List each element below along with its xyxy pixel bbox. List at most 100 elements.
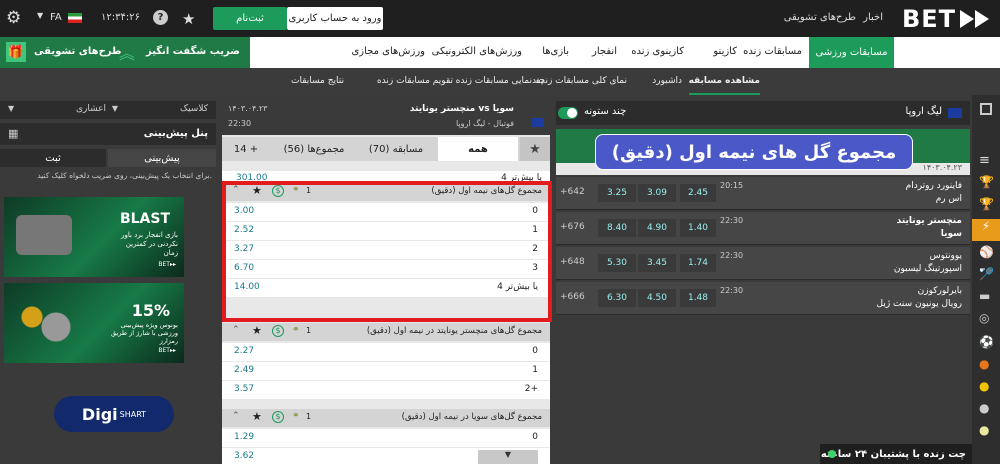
match-row[interactable]: فاینورد روتردام اس رم 20:15 2.45 3.09 3.…: [556, 177, 970, 210]
subtab-live-multi[interactable]: چندنمایی مسابقات زنده: [456, 68, 545, 95]
odd-1[interactable]: 1.40: [680, 219, 716, 237]
odds-value: 1.29: [234, 432, 255, 442]
nav-virtual[interactable]: ورزش‌های مجازی: [351, 46, 425, 57]
ball-icon-2[interactable]: ●: [979, 423, 989, 437]
chat-bar[interactable]: چت زنده با پشتیبان ۲۴ ساعته: [820, 444, 972, 464]
odd-x[interactable]: 4.90: [638, 219, 676, 237]
match-row[interactable]: یوونتوس اسپورتینگ لیسبون 22:30 1.74 3.45…: [556, 247, 970, 280]
odds-row[interactable]: 2+ 3.57: [222, 381, 550, 399]
odd-1[interactable]: 1.74: [680, 254, 716, 272]
league-name[interactable]: لیگ اروپا: [906, 106, 942, 117]
register-button[interactable]: ثبت‌نام: [213, 7, 287, 30]
football-icon[interactable]: ⚽: [979, 335, 994, 349]
tab-all[interactable]: همه: [438, 137, 518, 161]
rail-collapse-icon[interactable]: [980, 103, 992, 115]
odds-row[interactable]: 0 2.27: [222, 343, 550, 361]
nav-news[interactable]: اخبار: [863, 12, 883, 23]
nav-games[interactable]: بازی‌ها: [542, 46, 569, 57]
match-row[interactable]: منچستر یونایتد سویا 22:30 1.40 4.90 8.40…: [556, 212, 970, 245]
chevron-up-icon[interactable]: ⌃: [232, 411, 240, 421]
multi-column-toggle[interactable]: [558, 107, 578, 119]
racket-icon[interactable]: 🏸: [979, 267, 994, 281]
main-nav-active[interactable]: مسابقات ورزشی: [809, 37, 894, 68]
market-tabs: ★ همه مسابقه (70) مجموع‌ها (56) 14 +: [222, 137, 550, 161]
promo-label-2: طرح‌های تشویقی: [34, 46, 122, 57]
ball-icon[interactable]: ●: [979, 401, 989, 415]
more-markets[interactable]: +666: [560, 292, 585, 302]
calculator-icon[interactable]: ▦: [8, 127, 18, 140]
banner-crypto[interactable]: 15% بونوس ویژه پیش‌بینی ورزشی با شارژ از…: [4, 283, 184, 363]
clock-time: ۱۲:۳۴:۲۶: [101, 12, 140, 23]
hint-text: برای انتخاب یک پیش‌بینی، روی ضریب دلخواه…: [37, 171, 212, 180]
odd-x[interactable]: 4.50: [638, 289, 676, 307]
tab-favorite-star-icon[interactable]: ★: [520, 137, 550, 161]
scroll-down-button[interactable]: ▼: [478, 450, 538, 464]
star-icon[interactable]: ★: [182, 10, 195, 28]
odd-1[interactable]: 2.45: [680, 184, 716, 202]
dumbbell-icon[interactable]: ▬: [979, 289, 990, 303]
online-dot-icon: [828, 450, 836, 458]
odd-1[interactable]: 1.48: [680, 289, 716, 307]
team1: یوونتوس: [929, 251, 962, 261]
odd-x[interactable]: 3.09: [638, 184, 676, 202]
subtab-match-view[interactable]: مشاهده مسابقه: [688, 68, 760, 95]
odd-2[interactable]: 5.30: [598, 254, 636, 272]
tennis-icon[interactable]: ◎: [979, 311, 989, 325]
baseball-icon[interactable]: ⚾: [979, 245, 994, 259]
market-header[interactable]: مجموع گل‌های منچستر یونایتد در نیمه اول …: [222, 323, 550, 341]
site-logo[interactable]: BET: [902, 5, 992, 33]
basketball-icon[interactable]: ●: [979, 357, 989, 371]
more-markets[interactable]: +676: [560, 222, 585, 232]
market-header[interactable]: مجموع گل‌های سویا در نیمه اول (دقیق) 1 ⚭…: [222, 409, 550, 427]
match-time: 20:15: [720, 181, 744, 190]
gear-icon[interactable]: ⚙: [6, 8, 21, 28]
trophy-icon-2[interactable]: 🏆: [979, 197, 994, 211]
tab-totals[interactable]: مجموع‌ها (56): [274, 137, 354, 161]
more-markets[interactable]: +642: [560, 187, 585, 197]
subtab-live-overview[interactable]: نمای کلی مسابقات زنده: [536, 68, 627, 95]
tab-match[interactable]: مسابقه (70): [356, 137, 436, 161]
odd-2[interactable]: 3.25: [598, 184, 636, 202]
odds-row[interactable]: 1 2.49: [222, 362, 550, 380]
tab-bet[interactable]: پیش‌بینی: [108, 149, 216, 167]
subtab-dashboard[interactable]: داشبورد: [652, 68, 682, 95]
more-markets[interactable]: +648: [560, 257, 585, 267]
decimal-select[interactable]: اعشاری: [76, 104, 106, 114]
nav-casino[interactable]: کازینو: [713, 46, 737, 57]
tab-more[interactable]: 14 +: [226, 137, 266, 161]
star-icon[interactable]: ★: [252, 324, 262, 337]
login-button[interactable]: ورود به حساب کاربری: [287, 7, 383, 30]
odd-2[interactable]: 8.40: [598, 219, 636, 237]
live-icon[interactable]: ⚡: [972, 219, 1000, 241]
chevron-down-icon[interactable]: ▼: [37, 11, 43, 20]
nav-crash[interactable]: انفجار: [592, 46, 617, 57]
classic-select[interactable]: کلاسیک: [180, 104, 208, 114]
subtab-results[interactable]: نتایج مسابقات: [291, 68, 344, 95]
menu-icon[interactable]: ≡: [979, 153, 990, 168]
link-icon[interactable]: ⚭: [292, 411, 300, 421]
volleyball-icon[interactable]: ●: [979, 379, 989, 393]
dollar-icon[interactable]: $: [272, 325, 284, 337]
nav-live-casino[interactable]: کازینوی زنده: [631, 46, 684, 57]
help-icon[interactable]: ?: [153, 10, 168, 25]
chevron-up-icon[interactable]: ⌃: [232, 325, 240, 335]
tab-register[interactable]: ثبت: [0, 149, 106, 167]
nav-esports[interactable]: ورزش‌های الکترونیکی: [432, 46, 522, 57]
promo-strip[interactable]: 🎁 طرح‌های تشویقی ︽ ضریب شگفت انگیز: [0, 37, 250, 68]
banner1-brand: BET▸▸: [158, 261, 176, 268]
trophy-icon[interactable]: 🏆: [979, 175, 994, 189]
dollar-icon[interactable]: $: [272, 411, 284, 423]
star-icon[interactable]: ★: [252, 410, 262, 423]
match-time: 22:30: [720, 286, 744, 295]
nav-live[interactable]: مسابقات زنده: [743, 46, 802, 57]
banner-blast[interactable]: BLAST بازی انفجار برد باور نکردنی در کمت…: [4, 197, 184, 277]
odd-2[interactable]: 6.30: [598, 289, 636, 307]
eu-flag-icon: [948, 108, 962, 118]
match-row[interactable]: بایرلورکوزن رویال یونیون سنت ژیل 22:30 1…: [556, 282, 970, 315]
nav-promos[interactable]: طرح‌های تشویقی: [784, 12, 856, 23]
odd-x[interactable]: 3.45: [638, 254, 676, 272]
link-icon[interactable]: ⚭: [292, 325, 300, 335]
subtab-live-calendar[interactable]: تقویم مسابقات زنده: [377, 68, 453, 95]
odds-row[interactable]: 0 1.29: [222, 429, 550, 447]
language-selector[interactable]: FA: [50, 12, 62, 23]
